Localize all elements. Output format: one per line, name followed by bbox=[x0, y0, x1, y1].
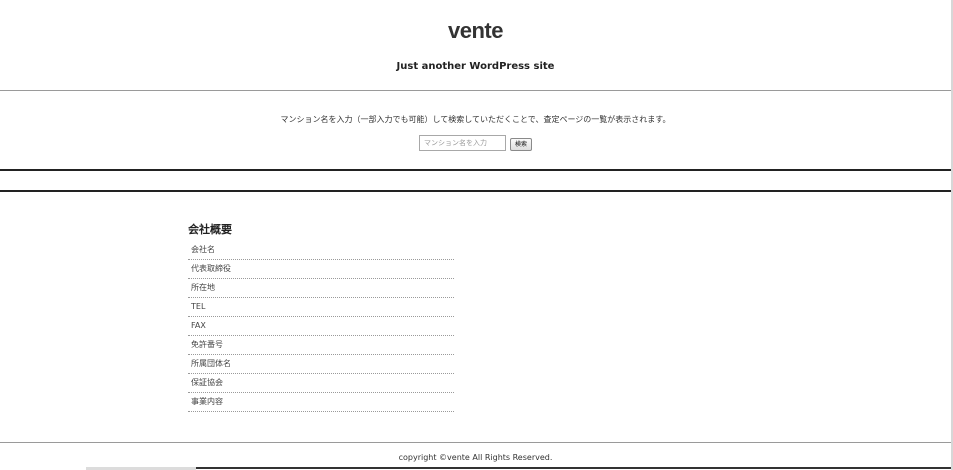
search-input[interactable] bbox=[419, 135, 506, 151]
company-list: 会社名 代表取締役 所在地 TEL FAX 免許番号 所属団体名 保証協会 事業… bbox=[188, 242, 454, 412]
search-divider-bottom bbox=[0, 190, 951, 192]
list-item: 事業内容 bbox=[188, 394, 454, 412]
search-section: マンション名を入力（一部入力でも可能）して検索していただくことで、査定ページの一… bbox=[0, 91, 951, 169]
site-header: vente Just another WordPress site bbox=[0, 0, 951, 90]
list-item: 会社名 bbox=[188, 242, 454, 260]
page: vente Just another WordPress site マンション名… bbox=[0, 0, 953, 470]
list-item: 所属団体名 bbox=[188, 356, 454, 374]
list-item: TEL bbox=[188, 299, 454, 317]
site-title[interactable]: vente bbox=[0, 18, 951, 44]
list-item: 代表取締役 bbox=[188, 261, 454, 279]
list-item: 所在地 bbox=[188, 280, 454, 298]
bottom-bar-dark bbox=[196, 467, 951, 469]
search-instruction: マンション名を入力（一部入力でも可能）して検索していただくことで、査定ページの一… bbox=[280, 115, 671, 124]
list-item: FAX bbox=[188, 318, 454, 336]
company-heading: 会社概要 bbox=[188, 223, 232, 236]
search-divider-top bbox=[0, 169, 951, 171]
site-description: Just another WordPress site bbox=[396, 61, 555, 72]
footer-divider bbox=[0, 442, 951, 443]
company-overview: 会社概要 会社名 代表取締役 所在地 TEL FAX 免許番号 所属団体名 保証… bbox=[188, 222, 454, 413]
search-button[interactable]: 検索 bbox=[510, 138, 532, 151]
list-item: 免許番号 bbox=[188, 337, 454, 355]
copyright: copyright ©vente All Rights Reserved. bbox=[398, 453, 553, 462]
list-item: 保証協会 bbox=[188, 375, 454, 393]
